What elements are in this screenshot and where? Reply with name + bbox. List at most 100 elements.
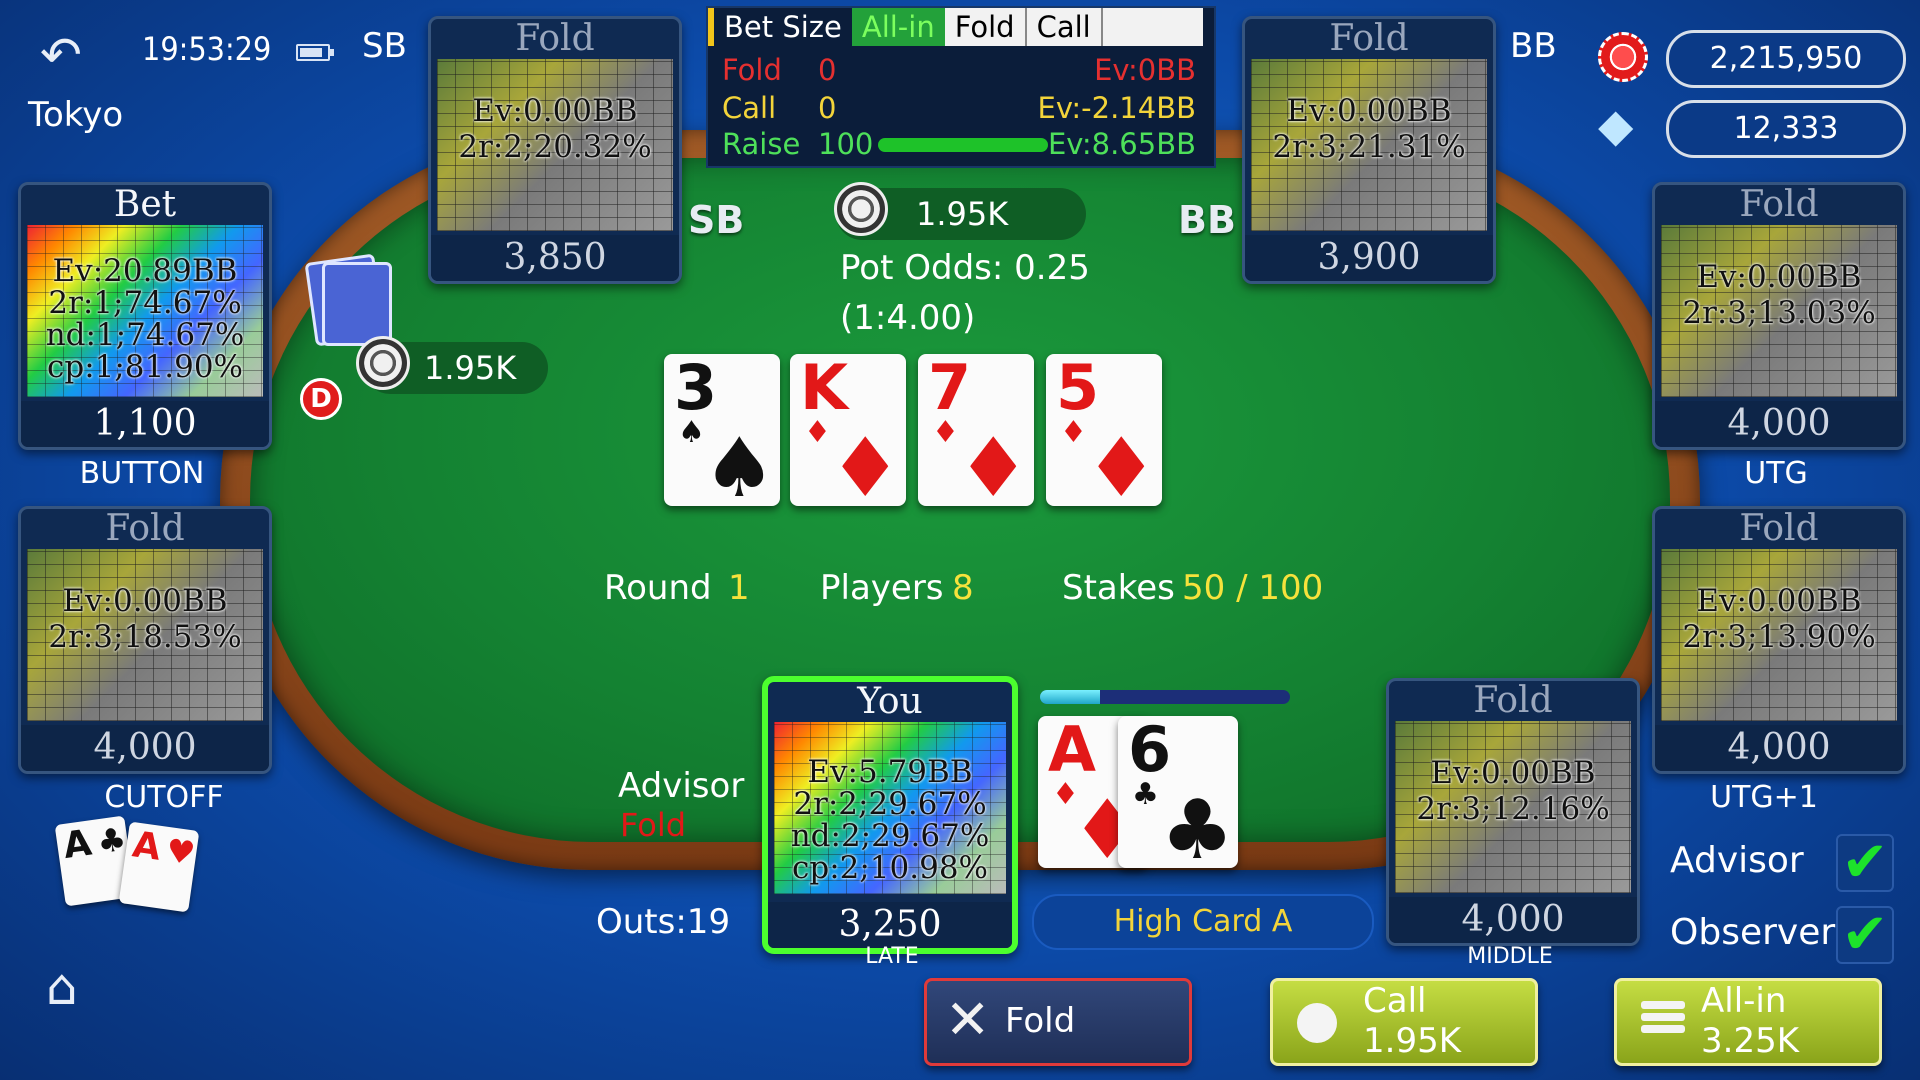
stakes-value: 50 / 100	[1182, 568, 1324, 608]
bet-analysis-panel: Bet Size All-in Fold Call Fold 0 Ev:0BB …	[706, 6, 1216, 168]
diamond-balance[interactable]: 12,333	[1666, 100, 1906, 158]
seat-utg1[interactable]: Fold Ev:0.00BB 2r:3;13.90% 4,000	[1652, 506, 1906, 774]
diamond-currency-icon: ◆	[1598, 98, 1634, 152]
seat-stats: Ev:0.00BB 2r:3;21.31%	[1255, 93, 1483, 165]
allin-button-amount: 3.25K	[1701, 1021, 1799, 1061]
advisor-checkbox[interactable]: ✔	[1836, 834, 1894, 892]
stat-line: Ev:0.00BB	[62, 583, 228, 619]
stat-line: 2r:3;13.90%	[1682, 619, 1876, 655]
board-card: K ♦ ♦	[790, 354, 906, 506]
stat-line: Ev:0.00BB	[1286, 93, 1452, 129]
stat-line: 2r:3;13.03%	[1682, 295, 1876, 331]
tab-all-in[interactable]: All-in	[851, 8, 945, 46]
pot-odds: Pot Odds: 0.25	[840, 248, 1090, 288]
sb-header-label: SB	[362, 26, 407, 66]
seat-action: Fold	[1739, 184, 1819, 225]
seat-action: Bet	[113, 184, 177, 225]
hole-card: 6 ♣ ♣	[1118, 716, 1238, 868]
card-rank: A	[130, 824, 164, 869]
seat-action: Fold	[105, 508, 185, 549]
seat-chips: 4,000	[1655, 401, 1903, 447]
card-suit: ♠	[702, 421, 776, 507]
position-label-utg1: UTG+1	[1710, 780, 1818, 815]
stat-line: 2r:3;12.16%	[1416, 791, 1610, 827]
seat-chips: 4,000	[1655, 725, 1903, 771]
call-button[interactable]: Call 1.95K	[1270, 978, 1538, 1066]
card-suit: ♦	[828, 421, 902, 507]
card-suit-small: ♦	[932, 415, 959, 450]
tab-fold[interactable]: Fold	[944, 8, 1027, 46]
tab-call[interactable]: Call	[1026, 8, 1101, 46]
deck-icon	[322, 262, 392, 346]
call-button-amount: 1.95K	[1363, 1021, 1461, 1061]
seat-stats: Ev:0.00BB 2r:3;18.53%	[31, 583, 259, 655]
call-button-label: Call	[1363, 981, 1427, 1021]
ev-row-value: 100	[818, 127, 874, 161]
ev-row-value: 0	[818, 91, 837, 125]
battery-icon	[296, 44, 334, 61]
stat-line: cp:2;10.98%	[791, 850, 989, 886]
ev-row-call: Call 0 Ev:-2.14BB	[718, 90, 1204, 126]
card-suit: ♦	[956, 421, 1030, 507]
position-label-button: BUTTON	[79, 456, 205, 491]
card-rank: A	[60, 822, 95, 868]
button-chip-icon	[356, 336, 410, 390]
position-label-you: LATE	[865, 944, 919, 969]
back-arrow-icon[interactable]: ↶	[40, 30, 100, 80]
seat-you[interactable]: You Ev:5.79BB 2r:2;29.67% nd:2;29.67% cp…	[762, 676, 1018, 954]
seat-action: Fold	[1739, 508, 1819, 549]
advisor-toggle-label: Advisor	[1670, 840, 1804, 881]
stat-line: Ev:0.00BB	[1430, 755, 1596, 791]
card-rank: A	[1048, 716, 1096, 786]
tab-blank[interactable]	[1100, 8, 1203, 46]
fold-button[interactable]: ✕ Fold	[924, 978, 1192, 1066]
seat-button[interactable]: Bet Ev:20.89BB 2r:1;74.67% nd:1;74.67% c…	[18, 182, 272, 450]
pot-chip-icon	[834, 182, 888, 236]
raise-ev-bar	[878, 138, 1048, 152]
seat-stats: Ev:0.00BB 2r:2;20.32%	[441, 93, 669, 165]
chip-balance[interactable]: 2,215,950	[1666, 30, 1906, 88]
ev-row-label: Raise	[722, 127, 801, 161]
card-rank: K	[800, 354, 849, 424]
pot-bet-amount: 1.95K	[916, 195, 1009, 233]
card-rank: 3	[674, 354, 718, 424]
chip-stack-icon	[1641, 1001, 1685, 1009]
outs-count: Outs:19	[596, 902, 731, 942]
bb-header-label: BB	[1510, 26, 1557, 66]
ev-row-fold: Fold 0 Ev:0BB	[718, 52, 1204, 88]
close-icon: ✕	[945, 988, 991, 1051]
seat-action: Fold	[1473, 680, 1553, 721]
cutoff-card: A ♥	[118, 821, 200, 913]
button-bet-amount: 1.95K	[424, 349, 517, 387]
check-icon: ✔	[1841, 902, 1889, 967]
card-suit: ♥	[163, 831, 198, 873]
seat-sb[interactable]: Fold Ev:0.00BB 2r:2;20.32% 3,850	[428, 16, 682, 284]
ev-row-label: Fold	[722, 53, 782, 87]
stat-line: Ev:0.00BB	[472, 93, 638, 129]
ev-row-ev: Ev:0BB	[1094, 53, 1196, 87]
round-label: Round	[604, 568, 712, 608]
board-card: 7 ♦ ♦	[918, 354, 1034, 506]
check-icon: ✔	[1841, 830, 1889, 895]
stat-line: nd:2;29.67%	[790, 818, 990, 854]
card-suit: ♣	[1160, 783, 1234, 869]
position-label-utg: UTG	[1744, 456, 1808, 491]
position-label-cutoff: CUTOFF	[104, 780, 224, 815]
allin-button[interactable]: All-in 3.25K	[1614, 978, 1882, 1066]
seat-cutoff[interactable]: Fold Ev:0.00BB 2r:3;18.53% 4,000	[18, 506, 272, 774]
chip-icon	[1297, 1003, 1337, 1043]
tab-bet-size[interactable]: Bet Size	[708, 8, 852, 46]
observer-checkbox[interactable]: ✔	[1836, 906, 1894, 964]
seat-utg[interactable]: Fold Ev:0.00BB 2r:3;13.03% 4,000	[1652, 182, 1906, 450]
board-card: 3 ♠ ♠	[664, 354, 780, 506]
stat-line: 2r:2;29.67%	[793, 786, 987, 822]
position-label-middle: MIDDLE	[1467, 944, 1553, 969]
sb-table-label: SB	[688, 198, 745, 242]
seat-middle[interactable]: Fold Ev:0.00BB 2r:3;12.16% 4,000	[1386, 678, 1640, 946]
card-rank: 6	[1128, 716, 1172, 786]
stat-line: 2r:2;20.32%	[458, 129, 652, 165]
seat-stats: Ev:0.00BB 2r:3;13.90%	[1665, 583, 1893, 655]
seat-chips: 3,250	[768, 902, 1012, 948]
seat-bb[interactable]: Fold Ev:0.00BB 2r:3;21.31% 3,900	[1242, 16, 1496, 284]
card-tag-icon[interactable]: ⌂	[46, 958, 78, 1016]
